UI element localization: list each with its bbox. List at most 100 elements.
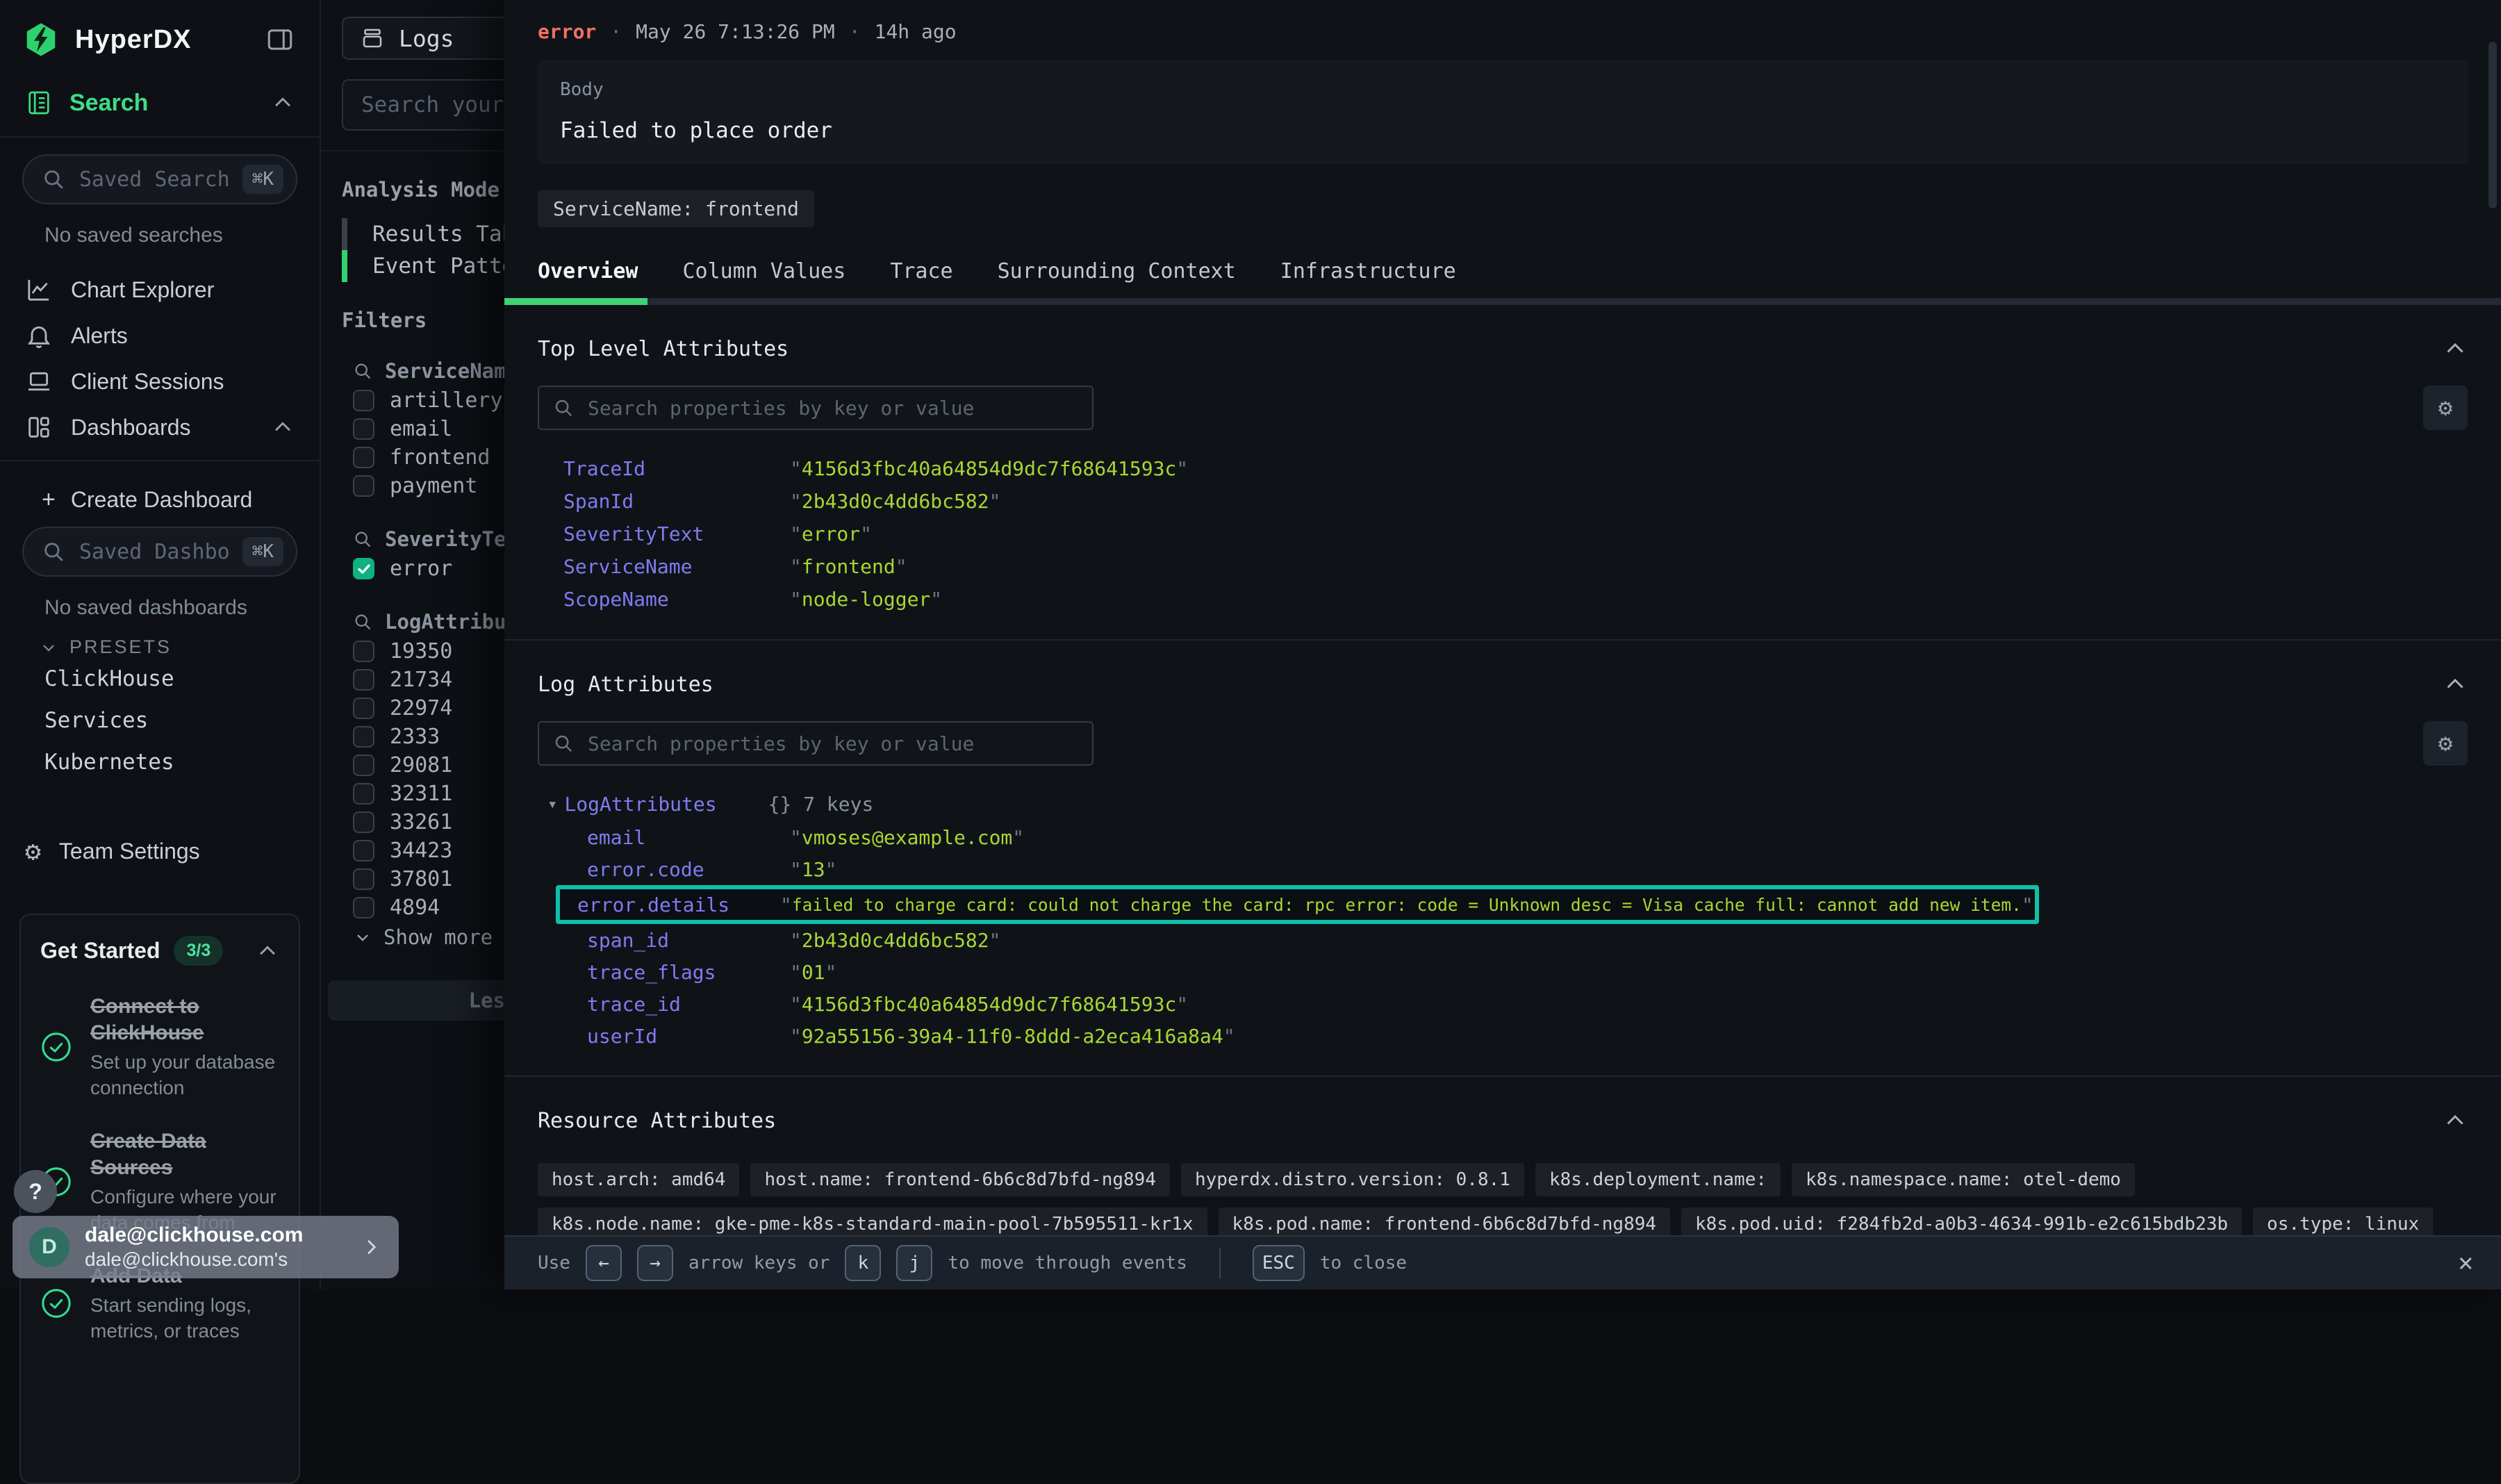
attribute-key[interactable]: userId [587,1025,790,1048]
root-key[interactable]: LogAttributes [564,793,716,816]
attribute-key[interactable]: ServiceName [563,555,790,578]
sidebar-item-search[interactable]: Search [0,82,320,124]
attribute-row-trace-flags[interactable]: trace_flags"01" [538,956,2468,988]
log-attributes-root-row[interactable]: ▾ LogAttributes {} 7 keys [538,786,2468,821]
create-dashboard-button[interactable]: + Create Dashboard [0,479,320,520]
presets-toggle[interactable]: PRESETS [39,636,320,658]
filter-option-label: 22974 [390,696,452,720]
checkbox[interactable] [353,475,374,497]
attribute-row-spanid[interactable]: SpanId"2b43d0c4dd6bc582" [538,485,2468,518]
checkbox[interactable] [353,698,374,719]
checkbox[interactable] [353,390,374,411]
checkbox[interactable] [353,868,374,890]
attribute-key[interactable]: SeverityText [563,522,790,545]
tree-collapse-caret-icon[interactable]: ▾ [547,794,557,814]
chevron-up-icon[interactable] [2443,336,2468,361]
arrow-left-key: ← [586,1245,622,1281]
attribute-key[interactable]: error.code [587,858,790,881]
sidebar-item-client-sessions[interactable]: Client Sessions [0,358,320,404]
saved-dashboards-field[interactable] [78,539,230,565]
checkbox[interactable] [353,669,374,691]
tab-surrounding-context[interactable]: Surrounding Context [998,259,1236,283]
resource-chip-k8s-deployment-name[interactable]: k8s.deployment.name: [1535,1163,1781,1196]
attribute-row-scopename[interactable]: ScopeName"node-logger" [538,583,2468,616]
property-search-input[interactable] [586,396,1078,420]
saved-dashboards-input[interactable]: ⌘K [22,527,297,577]
checkbox[interactable] [353,726,374,748]
attribute-row-traceid[interactable]: TraceId"4156d3fbc40a64854d9dc7f68641593c… [538,452,2468,485]
attribute-key[interactable]: TraceId [563,457,790,480]
attribute-row-span-id[interactable]: span_id"2b43d0c4dd6bc582" [538,924,2468,956]
attribute-value[interactable]: 2b43d0c4dd6bc582 [802,490,989,513]
sidebar-item-alerts[interactable]: Alerts [0,313,320,358]
chevron-up-icon[interactable] [271,415,295,439]
column-settings-button[interactable]: ⚙ [2423,386,2468,430]
attribute-value[interactable]: error [802,522,860,545]
sidebar-item-dashboards[interactable]: Dashboards [0,404,320,450]
tab-infrastructure[interactable]: Infrastructure [1280,259,1456,283]
sidebar-preset-kubernetes[interactable]: Kubernetes [44,741,320,783]
saved-searches-field[interactable] [78,167,230,192]
attribute-value[interactable]: 01 [802,961,825,984]
service-name-chip[interactable]: ServiceName: frontend [538,190,814,227]
attribute-row-email[interactable]: email"vmoses@example.com" [538,821,2468,853]
attribute-key[interactable]: ScopeName [563,588,790,611]
property-search-box[interactable] [538,721,1093,766]
attribute-value[interactable]: vmoses@example.com [802,826,1012,849]
checkbox[interactable] [353,840,374,861]
property-search-input[interactable] [586,732,1078,756]
attribute-row-severitytext[interactable]: SeverityText"error" [538,518,2468,550]
sidebar-item-team-settings[interactable]: ⚙ Team Settings [0,829,320,873]
chevron-up-icon[interactable] [2443,672,2468,697]
chevron-up-icon[interactable] [256,939,279,963]
resource-chip-host-name[interactable]: host.name: frontend-6b6c8d7bfd-ng894 [750,1163,1170,1196]
checkbox[interactable] [353,641,374,662]
attribute-value[interactable]: 13 [802,858,825,881]
resource-chip-k8s-namespace-name[interactable]: k8s.namespace.name: otel-demo [1792,1163,2135,1196]
attribute-key[interactable]: trace_id [587,993,790,1016]
resource-chip-hyperdx-distro-version[interactable]: hyperdx.distro.version: 0.8.1 [1181,1163,1524,1196]
column-settings-button[interactable]: ⚙ [2423,721,2468,766]
attribute-value[interactable]: frontend [802,555,895,578]
checkbox[interactable] [353,755,374,776]
attribute-key[interactable]: span_id [587,929,790,952]
scrollbar-thumb[interactable] [2488,42,2497,208]
user-menu[interactable]: D dale@clickhouse.com dale@clickhouse.co… [13,1216,399,1278]
sidebar-preset-services[interactable]: Services [44,700,320,741]
collapse-sidebar-icon[interactable] [265,25,295,54]
attribute-row-userid[interactable]: userId"92a55156-39a4-11f0-8ddd-a2eca416a… [538,1020,2468,1052]
attribute-value[interactable]: 4156d3fbc40a64854d9dc7f68641593c [802,457,1176,480]
attribute-key[interactable]: error.details [577,893,780,916]
checkbox[interactable] [353,418,374,440]
attribute-value[interactable]: 2b43d0c4dd6bc582 [802,929,989,952]
attribute-key[interactable]: email [587,826,790,849]
close-icon[interactable]: ✕ [2458,1251,2473,1276]
get-started-step-connect-to-clickhouse[interactable]: Connect to ClickHouseSet up your databas… [40,994,279,1100]
checkbox[interactable] [353,447,374,468]
checkbox[interactable] [353,811,374,833]
chevron-up-icon[interactable] [2443,1108,2468,1133]
property-search-box[interactable] [538,386,1093,430]
tab-column-values[interactable]: Column Values [683,259,846,283]
checkbox[interactable] [353,783,374,805]
attribute-row-error-code[interactable]: error.code"13" [538,853,2468,885]
chevron-up-icon[interactable] [271,91,295,115]
attribute-row-servicename[interactable]: ServiceName"frontend" [538,550,2468,583]
attribute-value[interactable]: 92a55156-39a4-11f0-8ddd-a2eca416a8a4 [802,1025,1223,1048]
saved-searches-input[interactable]: ⌘K [22,154,297,204]
sidebar-preset-clickhouse[interactable]: ClickHouse [44,658,320,700]
attribute-key[interactable]: trace_flags [587,961,790,984]
attribute-key[interactable]: SpanId [563,490,790,513]
checkbox[interactable] [353,897,374,918]
checkbox[interactable] [353,558,374,579]
tab-overview[interactable]: Overview [538,259,638,283]
attribute-row-error-details[interactable]: error.details"failed to charge card: cou… [556,885,2039,924]
sidebar-item-chart-explorer[interactable]: Chart Explorer [0,267,320,313]
attribute-value[interactable]: 4156d3fbc40a64854d9dc7f68641593c [802,993,1176,1016]
attribute-value[interactable]: failed to charge card: could not charge … [792,895,2022,915]
help-button[interactable]: ? [14,1170,57,1213]
resource-chip-host-arch[interactable]: host.arch: amd64 [538,1163,739,1196]
tab-trace[interactable]: Trace [890,259,952,283]
attribute-value[interactable]: node-logger [802,588,930,611]
attribute-row-trace-id[interactable]: trace_id"4156d3fbc40a64854d9dc7f68641593… [538,988,2468,1020]
